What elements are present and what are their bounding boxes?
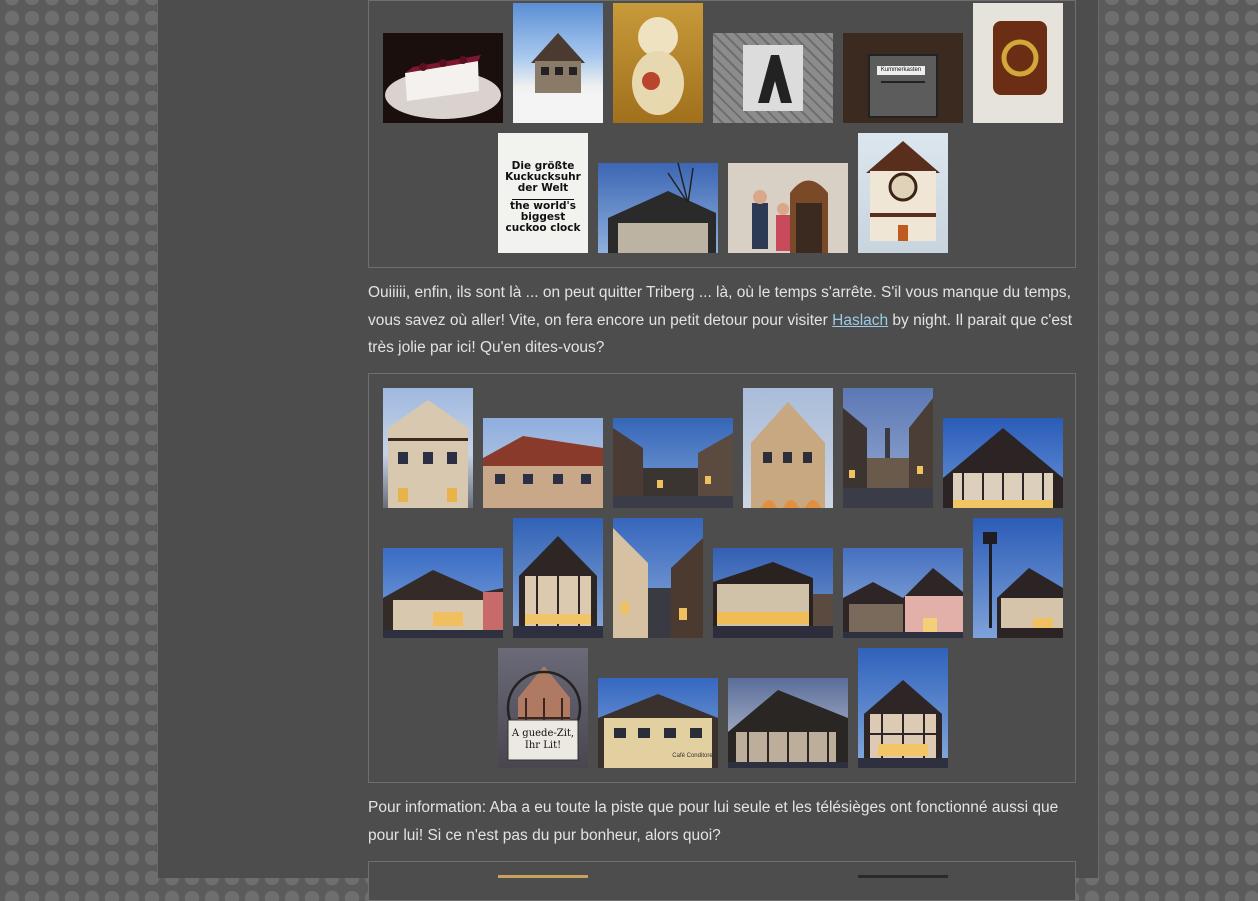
sign-text-english: the world's biggest cuckoo clock xyxy=(505,200,581,234)
photo-thumb-haslach-15[interactable] xyxy=(858,648,948,768)
post-horn-image xyxy=(993,21,1047,95)
photo-thumb-haslach-sign[interactable]: A guede-Zit, Ihr Lit! xyxy=(498,648,588,768)
photo-thumb-haslach-2[interactable] xyxy=(483,418,603,508)
cuckoo-house-image xyxy=(866,141,940,241)
photo-thumb-family-at-entrance[interactable] xyxy=(728,163,848,253)
photo-thumb-haslach-14[interactable] xyxy=(728,678,848,768)
house-snow-image xyxy=(513,33,603,123)
mailbox-image xyxy=(868,54,938,118)
photo-thumb-angel-figurine[interactable] xyxy=(613,3,703,123)
photo-thumb-haslach-4[interactable] xyxy=(743,388,833,508)
photo-thumb-post-horn-sign[interactable] xyxy=(973,3,1063,123)
mailbox-label: Kummerkasten xyxy=(877,66,925,75)
photo-thumb-haslach-9[interactable] xyxy=(613,518,703,638)
photo-thumb-timber-house-trees[interactable] xyxy=(598,163,718,253)
timber-house-image xyxy=(608,163,716,253)
sign-text-german: Die größte Kuckucksuhr der Welt xyxy=(505,160,581,194)
cafe-sign-text: Café Conditorei xyxy=(672,753,714,759)
family-image xyxy=(752,180,828,253)
photo-thumb-biggest-cuckoo-clock-sign[interactable]: Die größte Kuckucksuhr der Welt the worl… xyxy=(498,133,588,253)
photo-thumb-haslach-cafe[interactable]: Café Conditorei xyxy=(598,678,718,768)
cake-image xyxy=(385,55,501,119)
photo-thumb-pharmacy-mosaic[interactable] xyxy=(713,33,833,123)
photo-thumb-half-timbered-house-snow[interactable] xyxy=(513,3,603,123)
photo-thumb-haslach-7[interactable] xyxy=(383,548,503,638)
photo-thumb-haslach-6[interactable] xyxy=(943,418,1063,508)
photo-thumb-cuckoo-clock-house[interactable] xyxy=(858,133,948,253)
angel-image xyxy=(632,17,684,115)
sign-text: A guede-Zit, Ihr Lit! xyxy=(511,728,575,751)
photo-thumb-cake[interactable] xyxy=(383,33,503,123)
text-paragraph-triberg: Ouiiiii, enfin, ils sont là ... on peut … xyxy=(368,279,1076,362)
photo-thumb-haslach-11[interactable] xyxy=(843,548,963,638)
photo-thumb-haslach-10[interactable] xyxy=(713,548,833,638)
photo-gallery-next xyxy=(368,861,1076,901)
photo-thumb-haslach-3[interactable] xyxy=(613,418,733,508)
photo-thumb-mailbox[interactable]: Kummerkasten xyxy=(843,33,963,123)
text-paragraph-ski-slope: Pour information: Aba a eu toute la pist… xyxy=(368,799,1059,844)
photo-thumb-haslach-1[interactable] xyxy=(383,388,473,508)
photo-thumb-haslach-5[interactable] xyxy=(843,388,933,508)
photo-thumb-haslach-8[interactable] xyxy=(513,518,603,638)
haslach-link[interactable]: Haslach xyxy=(832,312,888,329)
photo-thumb-haslach-12[interactable] xyxy=(973,518,1063,638)
mosaic-image xyxy=(743,45,803,111)
